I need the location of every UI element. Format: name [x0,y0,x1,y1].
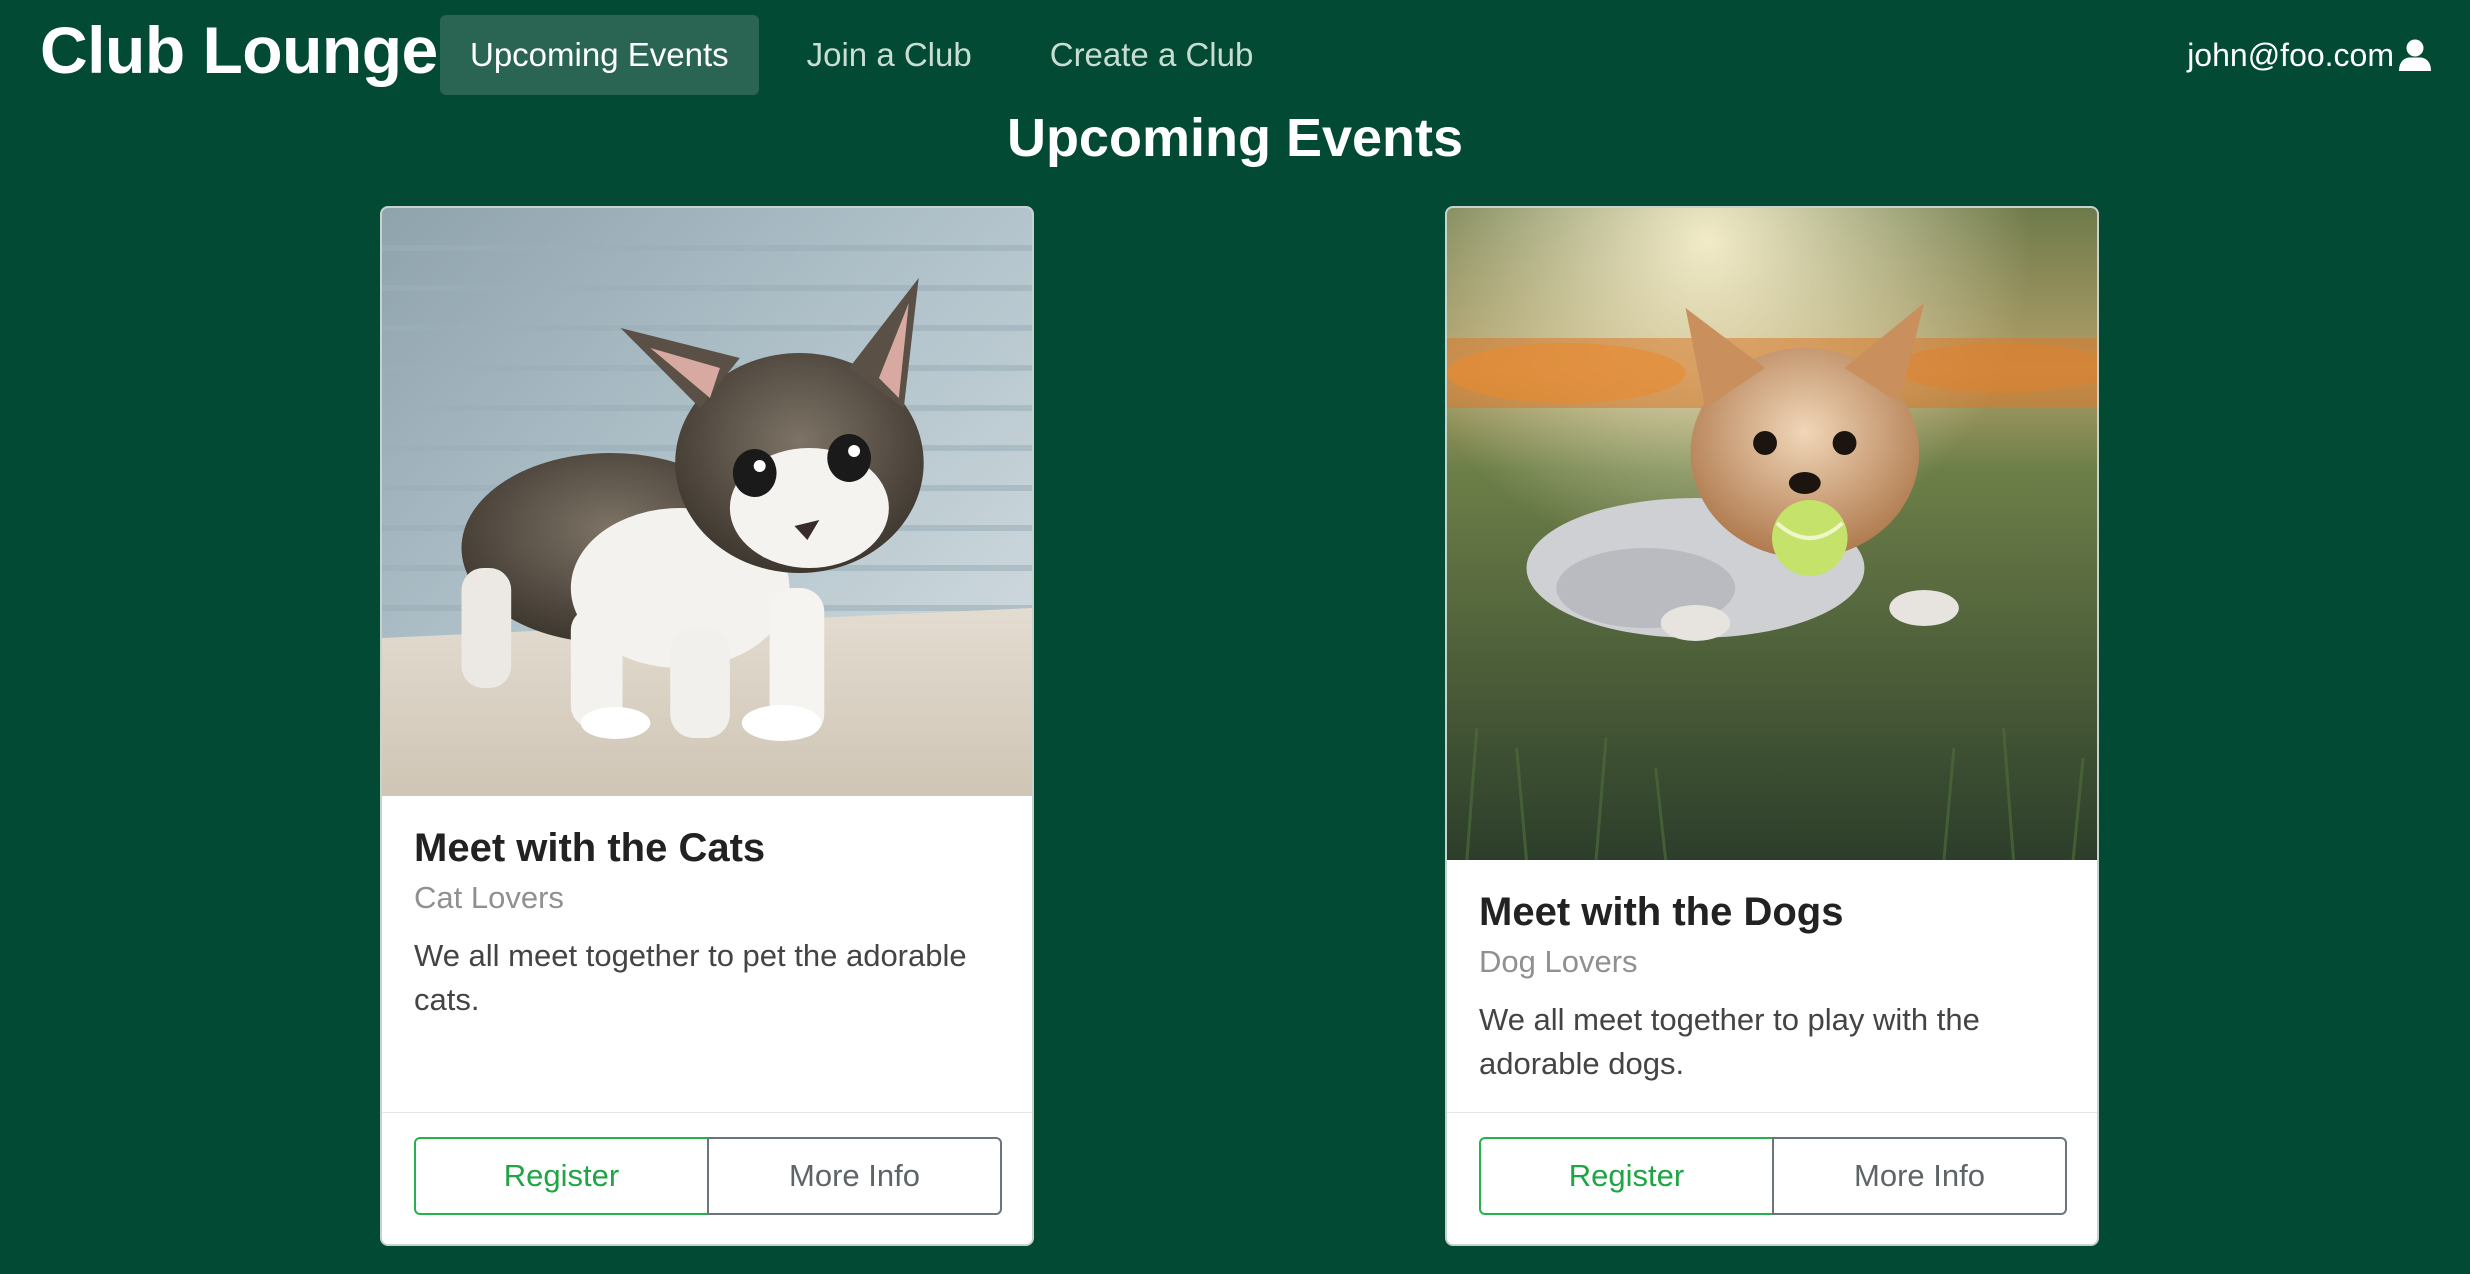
button-group: Register More Info [1479,1137,2067,1215]
register-button[interactable]: Register [1479,1137,1774,1215]
event-card-cats: Meet with the Cats Cat Lovers We all mee… [380,206,1034,1246]
brand-logo[interactable]: Club Lounge [40,12,438,88]
event-club: Cat Lovers [414,880,564,915]
nav-create-a-club[interactable]: Create a Club [1020,15,1284,95]
kitten-photo [382,208,1032,796]
event-description: We all meet together to play with the ad… [1479,1002,1980,1081]
dog-photo [1447,208,2097,860]
card-body: Meet with the Cats Cat Lovers We all mee… [382,796,1032,1022]
user-menu[interactable]: john@foo.com [2187,32,2432,78]
nav-links: Upcoming Events Join a Club Create a Clu… [440,15,1301,95]
event-description: We all meet together to pet the adorable… [414,938,967,1017]
user-icon[interactable] [2398,38,2432,72]
event-club: Dog Lovers [1479,944,1638,979]
nav-upcoming-events[interactable]: Upcoming Events [440,15,759,95]
card-footer: Register More Info [382,1112,1032,1244]
navbar: Club Lounge Upcoming Events Join a Club … [0,0,2470,108]
button-group: Register More Info [414,1137,1002,1215]
user-email[interactable]: john@foo.com [2187,37,2394,74]
card-body: Meet with the Dogs Dog Lovers We all mee… [1447,860,2097,1086]
more-info-button[interactable]: More Info [707,1137,1002,1215]
nav-join-a-club[interactable]: Join a Club [777,15,1002,95]
card-footer: Register More Info [1447,1112,2097,1244]
more-info-button[interactable]: More Info [1772,1137,2067,1215]
page-title: Upcoming Events [1006,108,1464,168]
event-title: Meet with the Dogs [1479,890,1844,934]
event-card-dogs: Meet with the Dogs Dog Lovers We all mee… [1445,206,2099,1246]
event-title: Meet with the Cats [414,826,766,870]
register-button[interactable]: Register [414,1137,709,1215]
